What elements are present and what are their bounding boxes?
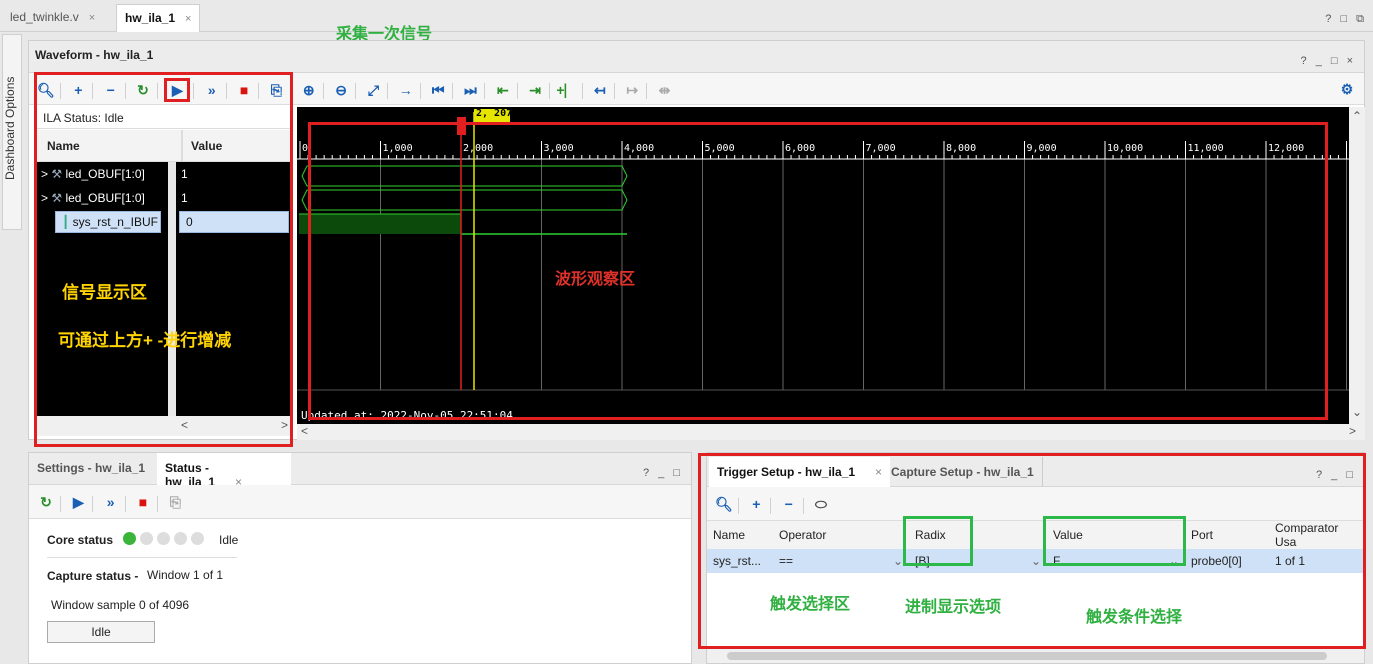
divider xyxy=(47,557,237,558)
status-toolbar: ↻ ▶ » ■ ⎘ xyxy=(29,485,691,519)
run-trigger-immediate-icon[interactable]: ▶ xyxy=(67,492,89,514)
window-sample: Window sample 0 of 4096 xyxy=(51,598,190,612)
window-controls[interactable]: ? □ ⧉ xyxy=(1325,13,1367,26)
scroll-right-icon[interactable]: > xyxy=(1349,424,1356,438)
idle-button[interactable]: Idle xyxy=(47,621,155,643)
annotation-wave-area: 波形观察区 xyxy=(555,271,636,288)
annotation-trigger-condition: 触发条件选择 xyxy=(1086,609,1183,626)
capture-status-value: Window 1 of 1 xyxy=(147,568,224,582)
status-dot-icon xyxy=(157,532,170,545)
trigger-hscroll[interactable] xyxy=(707,649,1364,663)
add-marker-icon[interactable]: +⎸ xyxy=(556,79,578,101)
status-export-icon[interactable]: ⎘ xyxy=(164,492,186,514)
zoom-out-icon[interactable]: ⊖ xyxy=(330,79,352,101)
panel-controls[interactable]: ? _ □ xyxy=(643,467,683,479)
core-status-value: Idle xyxy=(219,533,239,547)
tab-status[interactable]: Status - hw_ila_1 × xyxy=(157,453,291,489)
annotation-box-signal-area xyxy=(34,72,293,447)
status-panel: Settings - hw_ila_1 Status - hw_ila_1 × ?… xyxy=(28,452,692,664)
status-dot-icon xyxy=(140,532,153,545)
auto-rerun-icon[interactable]: ↻ xyxy=(35,492,57,514)
file-tab-hw-ila[interactable]: hw_ila_1 × xyxy=(116,4,201,32)
previous-marker-icon[interactable]: ↤ xyxy=(589,79,611,101)
close-icon[interactable]: × xyxy=(89,12,95,24)
waveform-vscroll[interactable]: ⌃ ⌄ xyxy=(1349,107,1365,424)
panel-controls[interactable]: ? _ □ × xyxy=(1301,55,1356,67)
file-tab-led-twinkle[interactable]: led_twinkle.v × xyxy=(2,4,103,32)
annotation-trigger-area: 触发选择区 xyxy=(770,596,851,613)
capture-status-label: Capture status - xyxy=(47,569,139,583)
cursor-label[interactable]: 2, 207 xyxy=(476,108,512,119)
waveform-hscroll[interactable]: < > xyxy=(297,424,1365,440)
status-dot-icon xyxy=(191,532,204,545)
status-dots xyxy=(123,532,208,548)
gear-icon[interactable]: ⚙ xyxy=(1336,78,1358,100)
stop-icon[interactable]: ■ xyxy=(132,491,154,513)
next-marker-icon[interactable]: ↦ xyxy=(621,79,643,101)
status-dot-active-icon xyxy=(123,532,136,545)
dashboard-options-tab[interactable]: Dashboard Options xyxy=(2,34,22,230)
status-dot-icon xyxy=(174,532,187,545)
scroll-thumb[interactable] xyxy=(727,652,1327,660)
next-transition-icon[interactable]: ⇥ xyxy=(524,79,546,101)
scroll-up-icon[interactable]: ⌃ xyxy=(1352,109,1362,123)
file-tab-bar xyxy=(0,0,1373,32)
zoom-in-icon[interactable]: ⊕ xyxy=(298,79,320,101)
annotation-box-trigger-area xyxy=(698,453,1366,649)
scroll-left-icon[interactable]: < xyxy=(301,424,308,438)
run-trigger-icon[interactable]: » xyxy=(100,491,122,513)
annotation-box-value xyxy=(1043,516,1186,566)
waveform-header: Waveform - hw_ila_1 ? _ □ × xyxy=(29,41,1364,73)
annotation-box-radix xyxy=(903,516,973,566)
annotation-box-wave-area xyxy=(308,122,1328,420)
scroll-down-icon[interactable]: ⌄ xyxy=(1352,405,1362,419)
previous-transition-icon[interactable]: ⇤ xyxy=(492,79,514,101)
close-icon[interactable]: × xyxy=(185,13,191,25)
annotation-add-remove: 可通过上方+ -进行增减 xyxy=(58,331,232,350)
tab-label: hw_ila_1 xyxy=(125,11,176,25)
core-status-label: Core status xyxy=(47,533,114,547)
annotation-radix-option: 进制显示选项 xyxy=(905,599,1002,616)
zoom-fit-icon[interactable]: ⤢ xyxy=(362,79,384,101)
tab-label: led_twinkle.v xyxy=(10,10,79,24)
swap-cursors-icon[interactable]: ⇹ xyxy=(654,79,676,101)
tab-settings[interactable]: Settings - hw_ila_1 xyxy=(29,453,153,483)
status-tabs: Settings - hw_ila_1 Status - hw_ila_1 × ?… xyxy=(29,453,691,489)
go-to-cursor-icon[interactable]: → xyxy=(395,79,417,101)
waveform-title: Waveform - hw_ila_1 xyxy=(35,48,154,62)
go-to-start-icon[interactable]: ⏮︎ xyxy=(427,79,449,101)
go-to-end-icon[interactable]: ⏭︎ xyxy=(459,79,481,101)
annotation-signal-area: 信号显示区 xyxy=(62,283,147,302)
